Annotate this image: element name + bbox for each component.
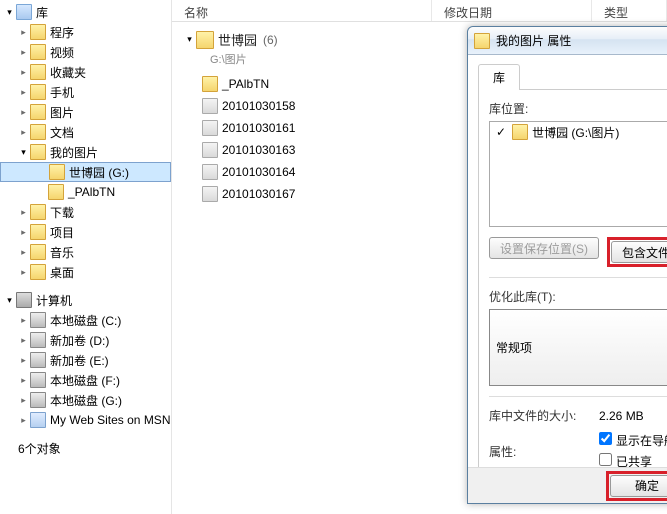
nav-tree[interactable]: ▾库 ▸程序 ▸视频 ▸收藏夹 ▸手机 ▸图片 ▸文档 ▾我的图片 ▸世博园 (… [0,0,172,514]
tab-strip[interactable]: 库 [478,63,667,90]
location-row[interactable]: ✓ 世博园 (G:\图片) [490,122,667,142]
check-icon: ✓ [496,125,506,139]
size-value: 2.26 MB [599,409,644,423]
location-label: 库位置: [489,100,667,117]
set-save-location-button: 设置保存位置(S) [489,237,599,259]
nav-item-expo[interactable]: ▸世博园 (G:) [0,162,171,182]
include-folder-button[interactable]: 包含文件夹(I)... [611,241,667,263]
col-name[interactable]: 名称 [172,0,432,21]
ok-button[interactable]: 确定 [610,475,667,497]
tab-library[interactable]: 库 [478,64,520,90]
nav-item-palbtn[interactable]: ▸_PAlbTN [0,182,171,202]
nav-drive-d[interactable]: ▸新加卷 (D:) [0,330,171,350]
nav-drive-c[interactable]: ▸本地磁盘 (C:) [0,310,171,330]
nav-item-projects[interactable]: ▸项目 [0,222,171,242]
nav-libraries[interactable]: ▾库 [0,2,171,22]
main-pane: 名称 修改日期 类型 ▾ 世博园 (6) G:\图片 _PAlbTN 20101… [172,0,667,514]
optimize-select[interactable]: 常规项▼ [489,309,667,386]
nav-item-mypictures[interactable]: ▾我的图片 [0,142,171,162]
nav-item-phone[interactable]: ▸手机 [0,82,171,102]
show-in-nav-checkbox[interactable] [599,432,612,445]
nav-drive-g[interactable]: ▸本地磁盘 (G:) [0,390,171,410]
nav-item-videos[interactable]: ▸视频 [0,42,171,62]
col-date[interactable]: 修改日期 [432,0,592,21]
optimize-label: 优化此库(T): [489,288,667,305]
folder-icon [512,124,528,140]
nav-computer[interactable]: ▾计算机 [0,290,171,310]
nav-status: 6个对象 [0,438,171,458]
highlight-include: 包含文件夹(I)... [607,237,667,267]
nav-drive-f[interactable]: ▸本地磁盘 (F:) [0,370,171,390]
shared-checkbox[interactable] [599,453,612,466]
locations-listbox[interactable]: ✓ 世博园 (G:\图片) [489,121,667,227]
nav-drive-e[interactable]: ▸新加卷 (E:) [0,350,171,370]
nav-item-documents[interactable]: ▸文档 [0,122,171,142]
nav-item-programs[interactable]: ▸程序 [0,22,171,42]
size-label: 库中文件的大小: [489,407,599,424]
attributes-label: 属性: [489,443,599,460]
nav-item-desktop[interactable]: ▸桌面 [0,262,171,282]
nav-item-favorites[interactable]: ▸收藏夹 [0,62,171,82]
dialog-titlebar[interactable]: 我的图片 属性 ✕ [468,27,667,55]
nav-item-music[interactable]: ▸音乐 [0,242,171,262]
nav-web[interactable]: ▸My Web Sites on MSN [0,410,171,430]
col-type[interactable]: 类型 [592,0,667,21]
folder-icon [474,33,490,49]
properties-dialog: 我的图片 属性 ✕ 库 库位置: ✓ 世博园 (G:\图片) [467,26,667,504]
nav-item-pictures[interactable]: ▸图片 [0,102,171,122]
column-headers[interactable]: 名称 修改日期 类型 [172,0,667,22]
highlight-ok: 确定 [606,471,667,501]
nav-item-downloads[interactable]: ▸下载 [0,202,171,222]
dialog-title: 我的图片 属性 [496,32,571,49]
